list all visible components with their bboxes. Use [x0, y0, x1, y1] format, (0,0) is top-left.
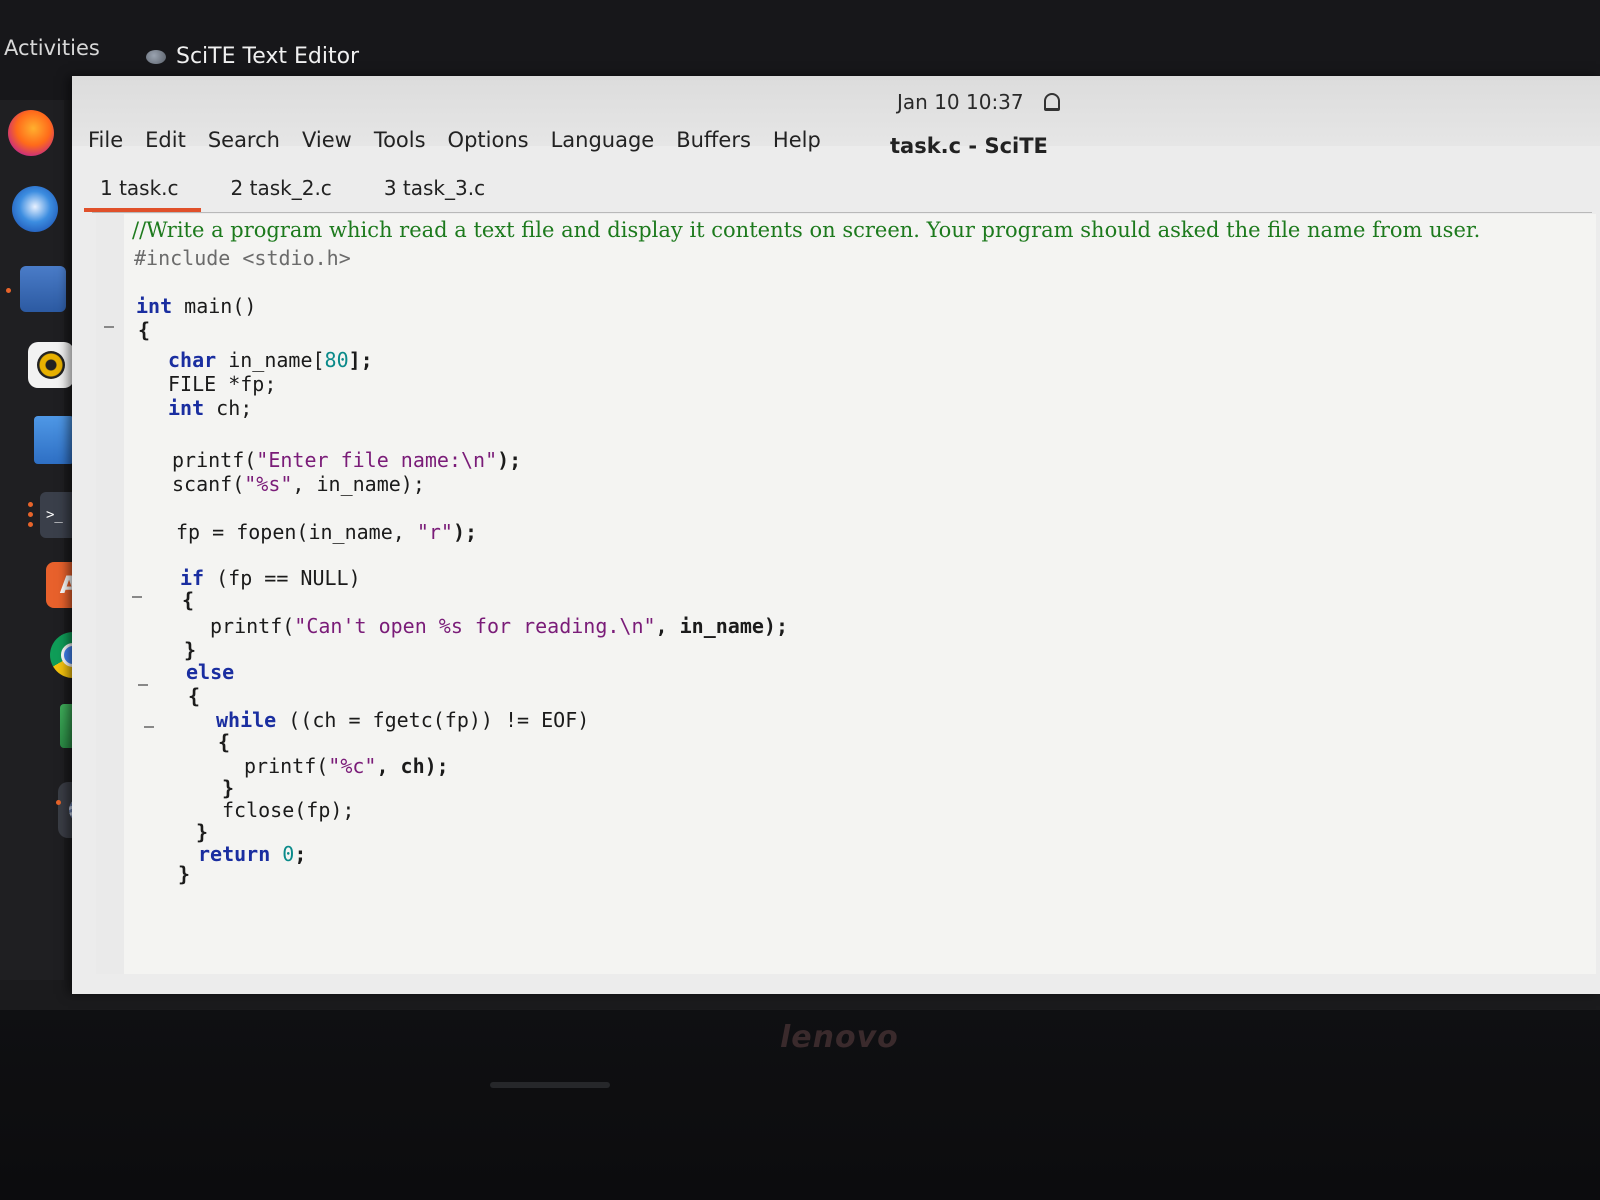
menu-view[interactable]: View	[302, 128, 352, 152]
laptop-frame: Activities SciTE Text Editor >_ A Jan 10…	[0, 0, 1600, 1200]
running-indicator	[56, 800, 61, 805]
menu-search[interactable]: Search	[208, 128, 280, 152]
app-name: SciTE Text Editor	[176, 44, 360, 69]
fold-marker[interactable]	[144, 726, 154, 728]
code-editor[interactable]: //Write a program which read a text file…	[96, 214, 1596, 974]
bell-icon	[1043, 93, 1060, 111]
menu-bar: File Edit Search View Tools Options Lang…	[88, 128, 821, 152]
code-line-int: int ch;	[168, 396, 253, 420]
activities-button[interactable]: Activities	[4, 36, 100, 60]
menu-edit[interactable]: Edit	[145, 128, 186, 152]
tab-task-3-c[interactable]: 3 task_3.c	[380, 176, 489, 212]
menu-options[interactable]: Options	[448, 128, 529, 152]
code-line-else-close: }	[196, 820, 209, 844]
code-line-if: if (fp == NULL)	[180, 566, 361, 590]
code-line-else-open: {	[188, 684, 201, 708]
tab-task-c[interactable]: 1 task.c	[84, 176, 201, 212]
code-line-printf-error: printf("Can't open %s for reading.\n", i…	[210, 614, 788, 638]
scite-app-icon	[146, 49, 166, 64]
tab-task-2-c[interactable]: 2 task_2.c	[227, 176, 336, 212]
code-line-while-open: {	[218, 730, 231, 754]
code-line-else: else	[186, 660, 235, 684]
menu-buffers[interactable]: Buffers	[676, 128, 751, 152]
fold-marker[interactable]	[104, 326, 114, 328]
running-indicator	[28, 502, 33, 507]
menu-file[interactable]: File	[88, 128, 123, 152]
code-line-main-close: }	[178, 862, 191, 886]
thunderbird-icon[interactable]	[12, 186, 58, 232]
screen: Activities SciTE Text Editor >_ A Jan 10…	[0, 0, 1600, 1010]
fold-marker[interactable]	[132, 596, 142, 598]
rhythmbox-icon[interactable]	[28, 342, 74, 388]
buffer-tabs: 1 task.c 2 task_2.c 3 task_3.c	[84, 176, 489, 212]
code-comment: //Write a program which read a text file…	[132, 218, 1481, 242]
menu-tools[interactable]: Tools	[374, 128, 426, 152]
menu-help[interactable]: Help	[773, 128, 821, 152]
running-indicator	[28, 512, 33, 517]
code-line-if-close: }	[184, 638, 197, 662]
fold-margin[interactable]	[96, 214, 154, 974]
laptop-brand-logo: lenovo	[780, 1020, 899, 1055]
code-line-char: char in_name[80];	[168, 348, 373, 372]
clock[interactable]: Jan 10 10:37	[897, 90, 1060, 114]
firefox-icon[interactable]	[8, 110, 54, 156]
code-line-if-open: {	[182, 588, 195, 612]
laptop-hinge	[490, 1082, 610, 1088]
code-line-printf-char: printf("%c", ch);	[244, 754, 449, 778]
running-indicator	[6, 288, 11, 293]
running-indicator	[28, 522, 33, 527]
writer-icon[interactable]	[34, 416, 74, 464]
date-time: Jan 10 10:37	[897, 90, 1024, 114]
code-line-fopen: fp = fopen(in_name, "r");	[176, 520, 478, 544]
code-line-main: int main()	[136, 294, 257, 318]
scite-window: Jan 10 10:37 task.c - SciTE File Edit Se…	[72, 76, 1600, 994]
code-line-return: return 0;	[198, 842, 307, 866]
files-icon[interactable]	[20, 266, 66, 312]
app-menu[interactable]: SciTE Text Editor	[146, 44, 359, 69]
code-line-open-brace: {	[138, 318, 151, 342]
fold-marker[interactable]	[138, 684, 148, 686]
window-title: task.c - SciTE	[890, 134, 1048, 158]
menu-language[interactable]: Language	[551, 128, 655, 152]
code-line-fclose: fclose(fp);	[222, 798, 355, 822]
code-line-scanf: scanf("%s", in_name);	[172, 472, 425, 496]
code-line-while: while ((ch = fgetc(fp)) != EOF)	[216, 708, 590, 732]
code-include: #include <stdio.h>	[134, 246, 351, 270]
code-line-while-close: }	[222, 776, 235, 800]
tab-divider	[92, 212, 1592, 213]
code-line-file: FILE *fp;	[168, 372, 277, 396]
code-line-printf-enter: printf("Enter file name:\n");	[172, 448, 522, 472]
dock: >_ A ♻ ●●●●●●●●●	[0, 100, 121, 980]
